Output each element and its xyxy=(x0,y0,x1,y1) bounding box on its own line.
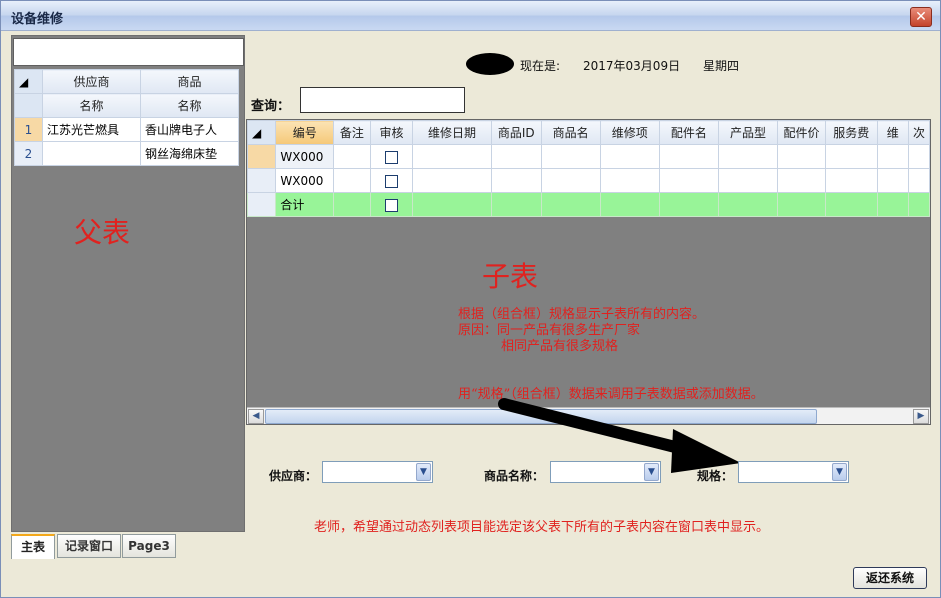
product-name-label: 商品名称： xyxy=(484,469,545,483)
annotation-arrow-icon xyxy=(498,398,741,473)
main-window: 设备维修 ✕ ◢ 供应商 商品 名称 名称 1 江苏光芒燃具 香山牌电子人 2 xyxy=(0,0,941,598)
chevron-down-icon[interactable]: ▼ xyxy=(644,463,659,481)
supplier-label: 供应商： xyxy=(269,469,318,483)
chevron-down-icon[interactable]: ▼ xyxy=(416,463,431,481)
supplier-combobox[interactable]: ▼ xyxy=(322,461,433,483)
spec-label: 规格： xyxy=(697,469,734,483)
spec-combobox[interactable]: ▼ xyxy=(738,461,849,483)
chevron-down-icon[interactable]: ▼ xyxy=(832,463,847,481)
teacher-note: 老师，希望通过动态列表项目能选定该父表下所有的子表内容在窗口表中显示。 xyxy=(314,520,770,535)
back-to-system-button[interactable]: 返还系统 xyxy=(853,567,927,589)
product-name-combobox[interactable]: ▼ xyxy=(550,461,661,483)
